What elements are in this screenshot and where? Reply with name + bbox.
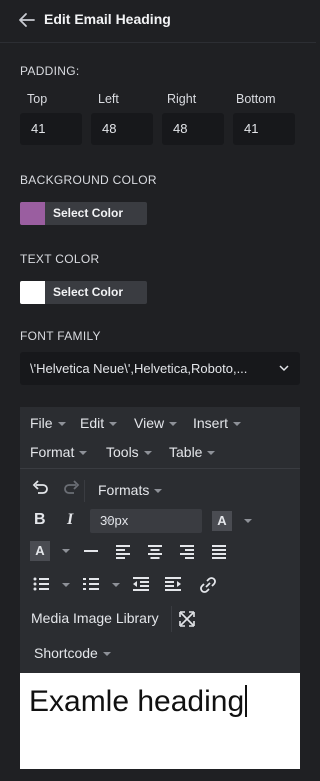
background-select-color-label: Select Color	[53, 206, 124, 220]
padding-bottom-input[interactable]: 41	[233, 113, 295, 145]
indent-icon[interactable]	[164, 575, 182, 593]
menu-table[interactable]: Table	[169, 444, 216, 460]
fullscreen-icon[interactable]	[178, 610, 196, 628]
background-color-label: BACKGROUND COLOR	[20, 173, 157, 187]
padding-bottom-label: Bottom	[236, 92, 276, 106]
outdent-icon[interactable]	[132, 575, 150, 593]
background-color-caret[interactable]	[62, 549, 70, 553]
chevron-down-icon	[279, 365, 289, 372]
formats-dropdown[interactable]: Formats	[84, 479, 170, 503]
media-image-library-button[interactable]: Media Image Library	[31, 610, 159, 626]
menu-divider	[20, 468, 300, 469]
padding-right-label: Right	[167, 92, 197, 106]
align-center-icon[interactable]	[146, 542, 164, 560]
padding-top-label: Top	[27, 92, 48, 106]
menu-edit[interactable]: Edit	[80, 415, 118, 431]
redo-icon[interactable]	[62, 478, 82, 498]
background-color-swatch	[20, 202, 45, 225]
link-icon[interactable]	[198, 575, 218, 595]
text-cursor	[245, 685, 248, 717]
panel-header: Edit Email Heading	[0, 0, 316, 43]
toolbar-separator-2	[171, 606, 172, 632]
font-family-value: \'Helvetica Neue\',Helvetica,Roboto,...	[30, 361, 248, 376]
numbered-list-caret[interactable]	[112, 583, 120, 587]
page-title: Edit Email Heading	[44, 11, 171, 27]
menu-format[interactable]: Format	[30, 444, 88, 460]
font-size-select[interactable]: 30px	[90, 509, 202, 533]
back-arrow-icon[interactable]	[16, 9, 38, 31]
menu-tools[interactable]: Tools	[106, 444, 152, 460]
justify-icon[interactable]	[210, 542, 228, 560]
bullet-list-caret[interactable]	[62, 583, 70, 587]
text-color-caret[interactable]	[244, 519, 252, 523]
shortcode-dropdown[interactable]: Shortcode	[34, 645, 111, 661]
rich-text-editor: File Edit View Insert Format Tools Table…	[20, 407, 300, 769]
padding-label: PADDING:	[20, 64, 80, 78]
numbered-list-icon[interactable]	[82, 575, 100, 593]
horizontal-rule-icon[interactable]	[82, 542, 100, 560]
padding-left-label: Left	[98, 92, 119, 106]
toolbar-separator	[84, 480, 85, 502]
text-select-color-label: Select Color	[53, 285, 124, 299]
menu-insert[interactable]: Insert	[193, 415, 242, 431]
padding-right-input[interactable]: 48	[162, 113, 224, 145]
bullet-list-icon[interactable]	[32, 575, 50, 593]
text-color-label: TEXT COLOR	[20, 252, 100, 266]
menu-file[interactable]: File	[30, 415, 66, 431]
undo-icon[interactable]	[30, 478, 50, 498]
font-family-label: FONT FAMILY	[20, 329, 101, 343]
text-color-swatch	[20, 281, 45, 304]
padding-top-input[interactable]: 41	[20, 113, 82, 145]
text-color-icon[interactable]: A	[212, 511, 232, 531]
menu-view[interactable]: View	[134, 415, 178, 431]
background-color-button[interactable]: Select Color	[20, 202, 147, 225]
bold-icon[interactable]: B	[34, 511, 46, 529]
padding-left-input[interactable]: 48	[91, 113, 153, 145]
align-left-icon[interactable]	[114, 542, 132, 560]
text-color-button[interactable]: Select Color	[20, 281, 147, 304]
align-right-icon[interactable]	[178, 542, 196, 560]
heading-text[interactable]: Examle heading	[29, 685, 248, 719]
editor-content-area[interactable]: Examle heading	[20, 673, 300, 769]
background-color-icon[interactable]: A	[30, 541, 50, 561]
italic-icon[interactable]: I	[67, 511, 73, 529]
font-family-select[interactable]: \'Helvetica Neue\',Helvetica,Roboto,...	[20, 352, 300, 385]
